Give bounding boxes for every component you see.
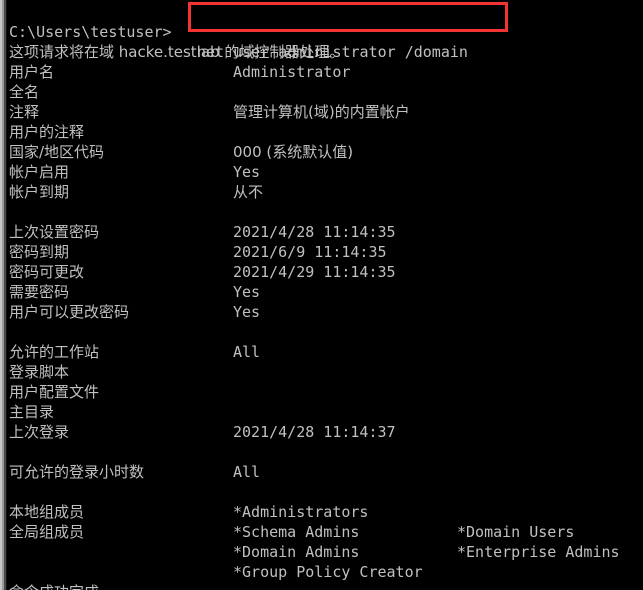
domain-notice-line: 这项请求将在域 hacke.testlab 的域控制器处理。 (7, 22, 344, 61)
info-row-value: 2021/4/29 11:14:35 (233, 263, 396, 281)
info-row-value: 000 (系统默认值) (233, 143, 354, 161)
info-row-value: *Group Policy Creator (233, 563, 423, 581)
info-row-label: 国家/地区代码 (9, 143, 105, 161)
info-row-label: 用户配置文件 (9, 383, 100, 401)
info-row-value: Administrator (233, 63, 351, 81)
info-row-label: 登录脚本 (9, 363, 70, 381)
info-row-label: 主目录 (9, 403, 55, 421)
console-output-area[interactable]: C:\Users\testuser> net user administrato… (7, 0, 643, 590)
info-row-label: 密码到期 (9, 243, 70, 261)
info-row-value: 2021/4/28 11:14:37 (233, 423, 396, 441)
info-row-label: 用户的注释 (9, 123, 85, 141)
info-row-label: 允许的工作站 (9, 343, 100, 361)
info-row-label: 全局组成员 (9, 523, 85, 541)
info-row-label: 上次设置密码 (9, 223, 100, 241)
info-row-value: 2021/6/9 11:14:35 (233, 243, 387, 261)
info-row-value: *Domain Admins (233, 543, 360, 561)
info-row-label: 密码可更改 (9, 263, 85, 281)
info-row-value: 管理计算机(域)的内置帐户 (233, 103, 410, 121)
info-row-value: Yes (233, 303, 261, 321)
info-row-label: 帐户到期 (9, 183, 70, 201)
info-row-value: Yes (233, 283, 261, 301)
info-row-label: 本地组成员 (9, 503, 85, 521)
domain-notice-text: 这项请求将在域 hacke.testlab 的域控制器处理。 (9, 43, 345, 61)
info-row-label: 全名 (9, 83, 40, 101)
info-row-label: 可允许的登录小时数 (9, 463, 145, 481)
info-row-label: 用户名 (9, 63, 55, 81)
prompt-line: C:\Users\testuser> net user administrato… (7, 2, 468, 61)
window-left-border (0, 0, 7, 590)
command-prompt-window[interactable]: C:\Users\testuser> net user administrato… (0, 0, 643, 590)
info-row-value: *Administrators (233, 503, 369, 521)
info-row-label: 注释 (9, 103, 40, 121)
info-row-label: 命令成功完成。 (9, 582, 114, 590)
info-row-value: 2021/4/28 11:14:35 (233, 223, 396, 241)
info-row-value-secondary: *Enterprise Admins (457, 543, 620, 561)
info-row-value: All (233, 343, 261, 361)
info-row-label: 用户可以更改密码 (9, 303, 130, 321)
info-row-value: Yes (233, 163, 261, 181)
info-row-label: 上次登录 (9, 423, 70, 441)
info-row-value: 从不 (233, 183, 264, 201)
info-row-label: 帐户启用 (9, 163, 70, 181)
info-row-value: All (233, 463, 261, 481)
info-row-value: *Schema Admins (233, 523, 360, 541)
info-row-value-secondary: *Domain Users (457, 523, 575, 541)
info-row-label: 需要密码 (9, 283, 70, 301)
